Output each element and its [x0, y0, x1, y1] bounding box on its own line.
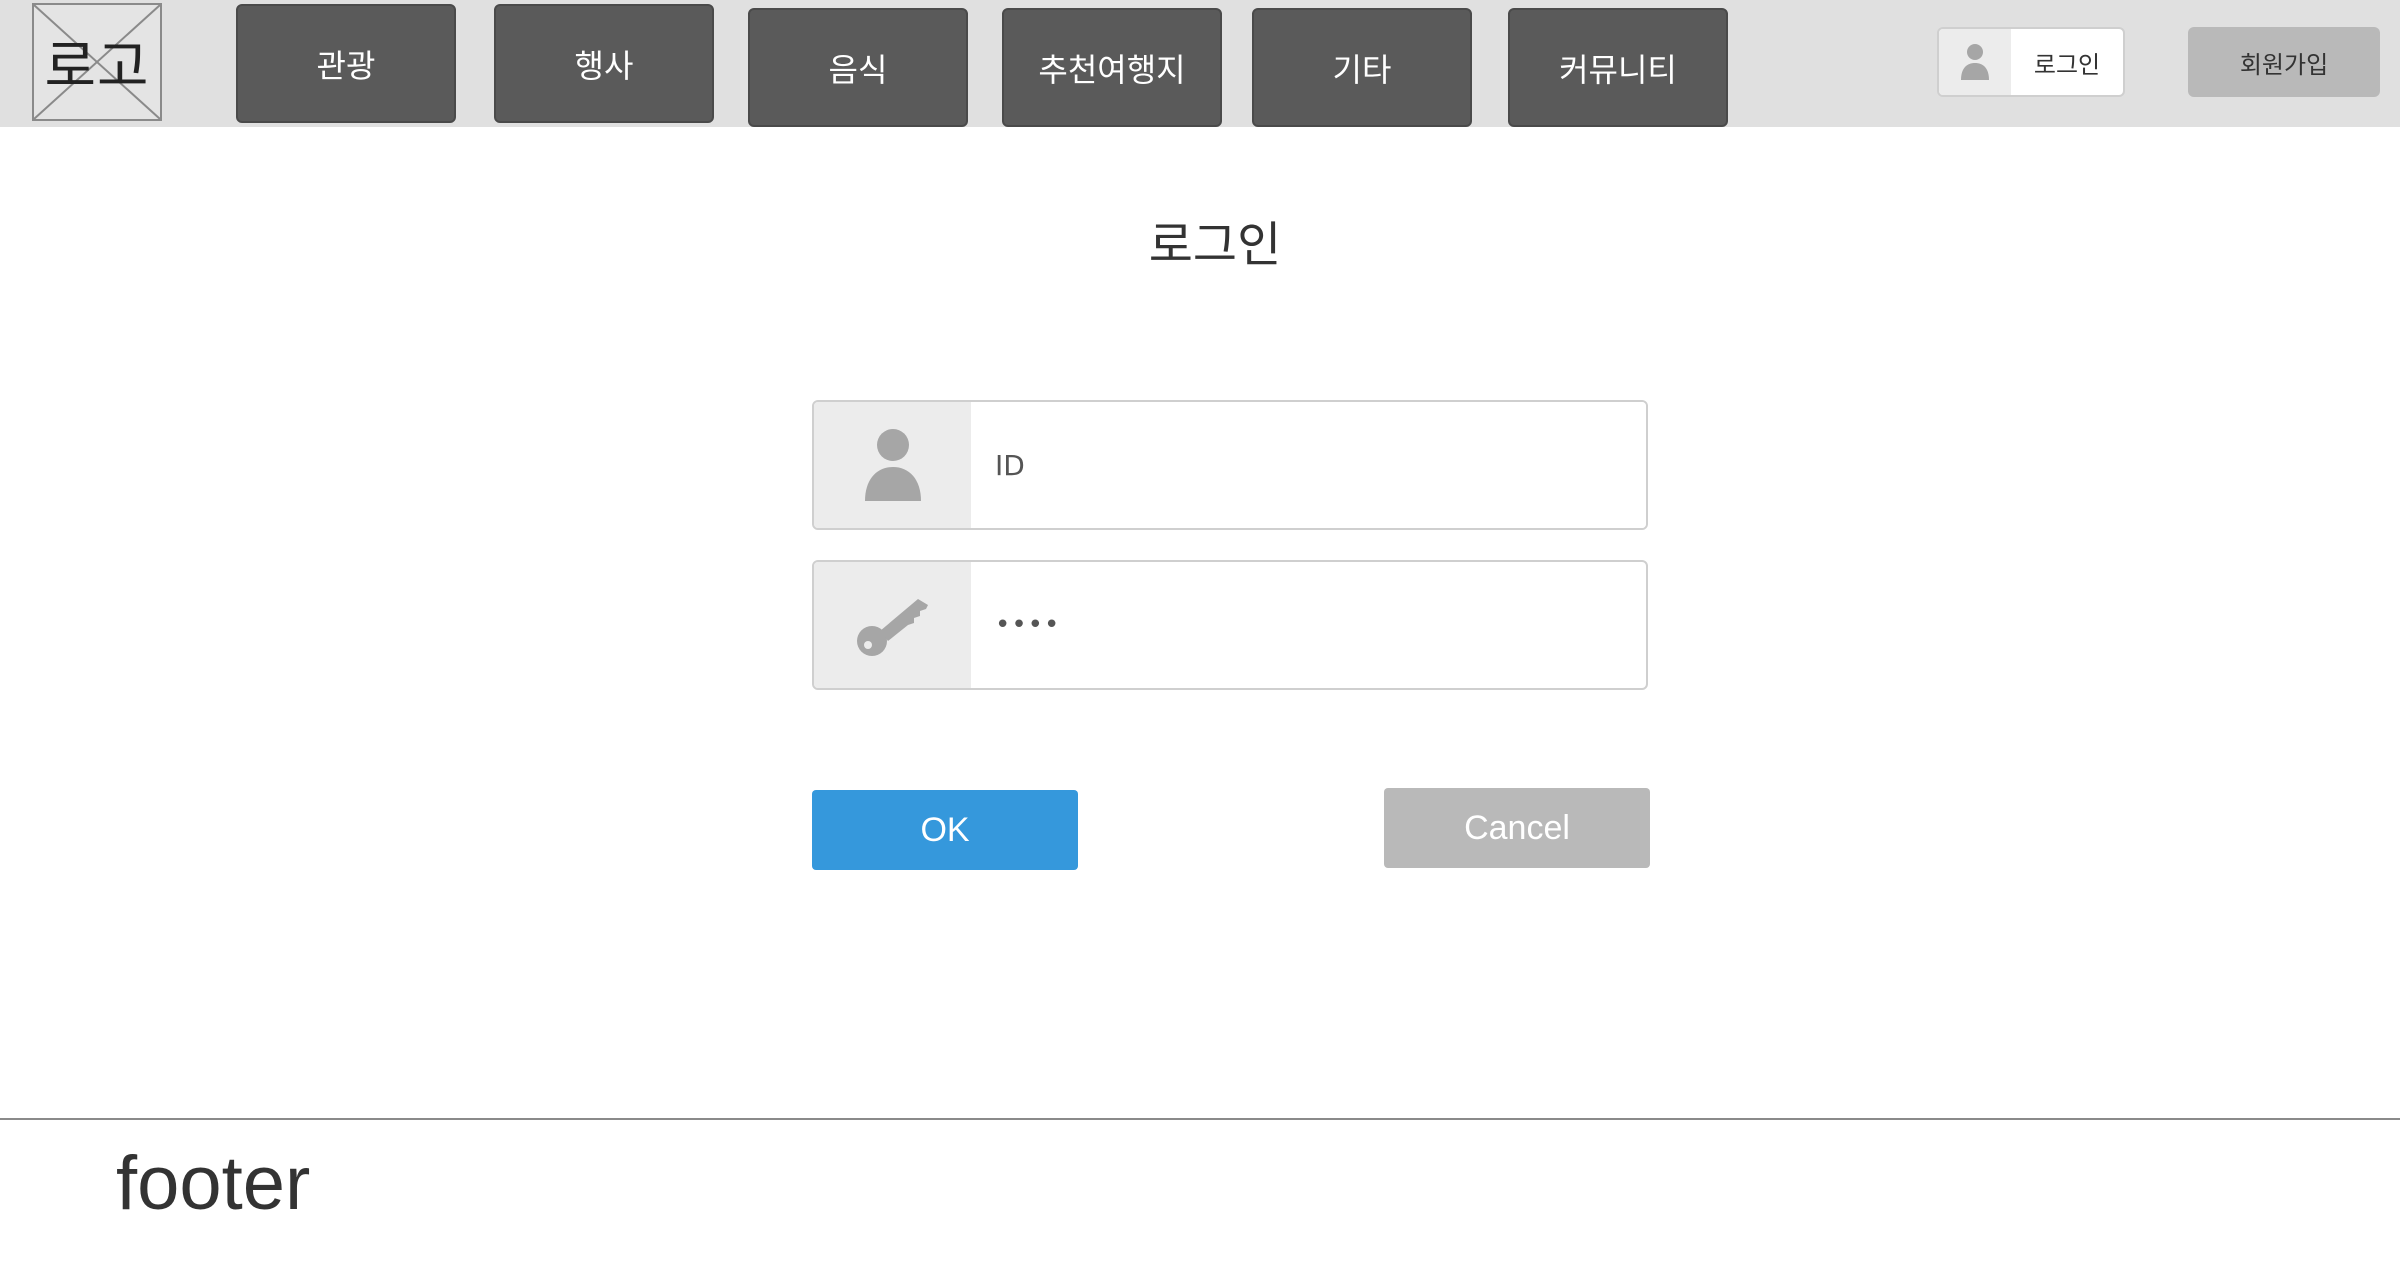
- logo-placeholder[interactable]: 로고: [32, 3, 162, 121]
- nav-item-tourism[interactable]: 관광: [236, 4, 456, 123]
- header-login-label: 로그인: [2033, 50, 2101, 79]
- password-field[interactable]: ••••: [812, 560, 1648, 690]
- header-bar: 로고 관광 행사 음식 추천여행지 기타 커뮤니티 로그인 회원가입: [0, 0, 2400, 127]
- footer-text: footer: [116, 1141, 311, 1226]
- user-icon: [1939, 29, 2011, 95]
- cancel-button[interactable]: Cancel: [1384, 788, 1650, 868]
- nav-item-events[interactable]: 행사: [494, 4, 714, 123]
- signup-button[interactable]: 회원가입: [2188, 27, 2380, 97]
- ok-button[interactable]: OK: [812, 790, 1078, 870]
- nav-item-community[interactable]: 커뮤니티: [1508, 8, 1728, 127]
- logo-text: 로고: [44, 34, 150, 100]
- id-field[interactable]: [812, 400, 1648, 530]
- page-title: 로그인: [1148, 217, 1282, 273]
- footer-divider: [0, 1118, 2400, 1120]
- nav-item-food[interactable]: 음식: [748, 8, 968, 127]
- password-input[interactable]: ••••: [995, 562, 1060, 688]
- header-login-button[interactable]: 로그인: [1937, 27, 2125, 97]
- user-icon: [814, 402, 971, 528]
- id-input[interactable]: [971, 402, 1646, 528]
- nav-item-etc[interactable]: 기타: [1252, 8, 1472, 127]
- nav-item-recommended[interactable]: 추천여행지: [1002, 8, 1222, 127]
- key-icon: [814, 562, 971, 688]
